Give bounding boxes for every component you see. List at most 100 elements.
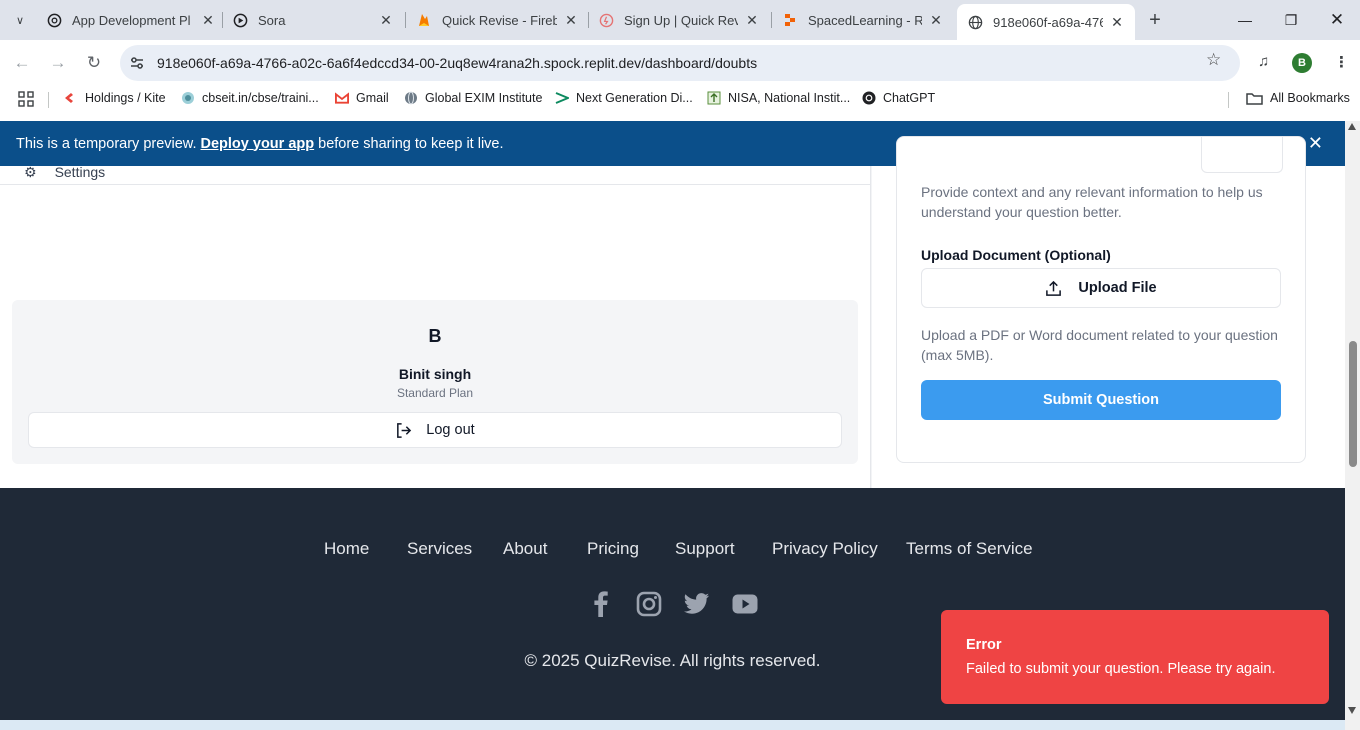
logout-label: Log out	[426, 422, 475, 438]
close-window-button[interactable]: ✕	[1322, 6, 1352, 34]
footer-link-terms[interactable]: Terms of Service	[906, 539, 1033, 559]
bookmark-separator	[48, 92, 49, 108]
submit-question-button[interactable]: Submit Question	[921, 380, 1281, 420]
new-tab-button[interactable]: +	[1144, 8, 1166, 32]
tab-label: Sign Up | Quick Revis	[624, 12, 738, 28]
forward-button[interactable]: →	[46, 51, 70, 75]
profile-card: B Binit singh Standard Plan Log out	[12, 300, 858, 464]
doubt-form-card: Provide context and any relevant informa…	[896, 136, 1306, 463]
footer-link-pricing[interactable]: Pricing	[587, 539, 639, 559]
bookmark-label: Global EXIM Institute	[425, 91, 543, 105]
bookmark-label: Next Generation Di...	[576, 91, 693, 105]
openai-icon	[862, 91, 876, 105]
bookmark-star-icon[interactable]: ☆	[1206, 50, 1221, 70]
sidebar: ⚙ Settings B Binit singh Standard Plan Lo…	[0, 164, 871, 488]
sora-icon	[232, 12, 248, 28]
bookmark-label: NISA, National Instit...	[728, 91, 851, 105]
reload-icon: ↻	[86, 53, 102, 72]
tab-quick-revise-firebase[interactable]: Quick Revise - Fireba ✕	[416, 6, 579, 34]
avatar: B	[428, 326, 442, 346]
footer-link-services[interactable]: Services	[407, 539, 472, 559]
upload-file-button[interactable]: Upload File	[921, 268, 1281, 308]
minimize-button[interactable]: —	[1230, 6, 1260, 34]
page-bottom-strip	[0, 720, 1345, 730]
chevron-down-icon: ∨	[15, 14, 25, 27]
tab-separator	[588, 12, 589, 28]
bookmark-cbseit[interactable]: cbseit.in/cbse/traini...	[181, 91, 319, 105]
close-icon[interactable]: ✕	[378, 12, 394, 28]
error-toast[interactable]: Error Failed to submit your question. Pl…	[941, 610, 1329, 704]
more-menu-icon[interactable]: ⋮	[1334, 53, 1349, 71]
back-arrow-icon: ←	[13, 53, 31, 72]
logout-icon	[397, 422, 412, 438]
divider	[0, 184, 871, 185]
close-icon[interactable]: ✕	[1109, 14, 1125, 30]
youtube-icon[interactable]	[731, 590, 759, 618]
bookmark-nisa[interactable]: NISA, National Instit...	[707, 91, 850, 105]
address-bar[interactable]: 918e060f-a69a-4766-a02c-6a6f4edccd34-00-…	[120, 45, 1240, 81]
bookmark-global-exim[interactable]: Global EXIM Institute	[404, 91, 542, 105]
deploy-app-link[interactable]: Deploy your app	[201, 136, 315, 152]
scrollbar-thumb[interactable]	[1349, 341, 1357, 467]
bookmark-label: Gmail	[356, 91, 389, 105]
site-info-icon[interactable]	[128, 54, 146, 72]
close-icon[interactable]: ✕	[200, 12, 216, 28]
tab-sign-up[interactable]: Sign Up | Quick Revis ✕	[598, 6, 760, 34]
tab-label: App Development Pl	[72, 12, 191, 28]
browser-toolbar: ← → ↻ 918e060f-a69a-4766-a02c-6a6f4edccd…	[0, 40, 1360, 86]
replit-icon	[782, 12, 798, 28]
bookmark-label: cbseit.in/cbse/traini...	[202, 91, 319, 105]
upload-icon	[1046, 280, 1062, 296]
tab-replit-preview[interactable]: 918e060f-a69a-4766 ✕	[957, 4, 1135, 40]
tab-spacedlearning[interactable]: SpacedLearning - Re ✕	[782, 6, 944, 34]
doubt-form-panel: Provide context and any relevant informa…	[872, 136, 1345, 488]
kite-icon	[64, 91, 78, 105]
media-controls-icon[interactable]: ♫	[1258, 53, 1269, 70]
maximize-button[interactable]: ❐	[1276, 6, 1306, 34]
close-icon[interactable]: ✕	[1308, 133, 1323, 154]
all-bookmarks-button[interactable]: All Bookmarks	[1245, 91, 1350, 105]
facebook-icon[interactable]	[587, 590, 615, 618]
footer-link-support[interactable]: Support	[675, 539, 735, 559]
quickrevise-icon	[598, 12, 614, 28]
logout-button[interactable]: Log out	[28, 412, 842, 448]
close-icon[interactable]: ✕	[563, 12, 579, 28]
tab-app-development[interactable]: App Development Pl ✕	[46, 6, 216, 34]
gear-icon: ⚙	[24, 164, 37, 180]
card-top-button[interactable]	[1201, 137, 1283, 173]
tab-label: SpacedLearning - Re	[808, 12, 922, 28]
bookmark-gmail[interactable]: Gmail	[335, 91, 389, 105]
profile-avatar[interactable]: B	[1292, 53, 1312, 73]
scroll-down-arrow-icon[interactable]	[1348, 707, 1356, 714]
cbse-icon	[181, 91, 195, 105]
tab-separator	[405, 12, 406, 28]
bookmark-next-generation[interactable]: Next Generation Di...	[555, 91, 693, 105]
bookmark-chatgpt[interactable]: ChatGPT	[862, 91, 935, 105]
footer-link-home[interactable]: Home	[324, 539, 369, 559]
minimize-icon: —	[1238, 12, 1252, 28]
tab-sora[interactable]: Sora ✕	[232, 6, 394, 34]
instagram-icon[interactable]	[635, 590, 663, 618]
back-button[interactable]: ←	[10, 51, 34, 75]
bookmark-kite[interactable]: Holdings / Kite	[64, 91, 166, 105]
scroll-up-arrow-icon[interactable]	[1348, 123, 1356, 130]
banner-text-suffix: before sharing to keep it live.	[318, 135, 504, 152]
twitter-icon[interactable]	[683, 590, 711, 618]
toast-title: Error	[966, 637, 1002, 653]
tab-search-button[interactable]: ∨	[6, 8, 34, 32]
footer-link-privacy[interactable]: Privacy Policy	[772, 539, 878, 559]
globe-icon	[967, 14, 983, 30]
page-scrollbar[interactable]	[1345, 121, 1360, 730]
footer-link-about[interactable]: About	[503, 539, 547, 559]
apps-icon[interactable]	[18, 91, 34, 107]
forward-arrow-icon: →	[49, 53, 67, 72]
tab-label: 918e060f-a69a-4766	[993, 14, 1103, 30]
banner-text: This is a temporary preview.	[16, 135, 197, 152]
close-icon[interactable]: ✕	[928, 12, 944, 28]
sidebar-item-settings[interactable]: ⚙ Settings	[24, 164, 105, 181]
close-icon[interactable]: ✕	[744, 12, 760, 28]
user-name: Binit singh	[398, 366, 472, 382]
url-text: 918e060f-a69a-4766-a02c-6a6f4edccd34-00-…	[157, 55, 758, 71]
bookmark-label: Holdings / Kite	[85, 91, 166, 105]
reload-button[interactable]: ↻	[82, 51, 106, 75]
